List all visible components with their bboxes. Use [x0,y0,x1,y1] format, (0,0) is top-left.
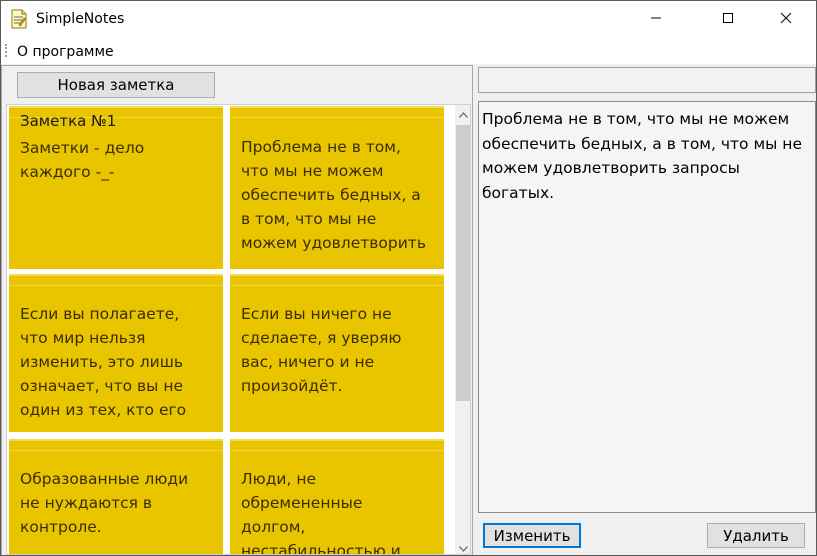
editor-panel: Проблема не в том, что мы не можем обесп… [477,65,816,555]
note-title-field[interactable] [478,67,816,93]
edit-button[interactable]: Изменить [483,523,581,548]
note-top-strip [9,106,223,108]
notes-list[interactable]: Заметка №1 Заметки - дело каждого -_- Пр… [6,104,471,555]
note-title: Заметка №1 [20,112,117,130]
note-text: Люди, не обремененные долгом, нестабильн… [241,470,401,555]
note-top-strip [230,274,444,276]
minimize-icon [650,12,662,27]
title-bar: SimpleNotes [1,1,816,38]
notepad-icon [10,9,28,29]
app-window: SimpleNotes О программе Новая заметка За… [0,0,817,556]
notes-panel: Новая заметка Заметка №1 Заметки - дело … [1,65,473,555]
note-top-strip [230,106,444,108]
chevron-down-icon [459,540,468,554]
note-divider [230,285,444,286]
note-divider [230,117,444,118]
minimize-button[interactable] [633,1,679,37]
vertical-scrollbar[interactable] [455,105,470,554]
note-card[interactable]: Если вы ничего не сделаете, я уверяю вас… [230,274,444,432]
close-icon [780,12,792,27]
note-card[interactable]: Проблема не в том, что мы не можем обесп… [230,106,444,269]
note-card[interactable]: Люди, не обремененные долгом, нестабильн… [230,439,444,555]
menu-item-about[interactable]: О программе [17,44,114,60]
note-text: Заметки - дело каждого -_- [20,139,145,181]
note-text: Если вы полагаете, что мир нельзя измени… [20,305,187,419]
note-card[interactable]: Образованные люди не нуждаются в контрол… [9,439,223,554]
menu-grip [5,44,7,57]
note-divider [230,450,444,451]
note-text: Проблема не в том, что мы не можем обесп… [241,138,426,252]
scroll-down-button[interactable] [455,539,470,554]
note-divider [9,285,223,286]
note-text: Образованные люди не нуждаются в контрол… [20,470,189,536]
menu-bar: О программе [1,38,816,64]
note-divider [9,450,223,451]
maximize-icon [722,12,734,27]
window-title: SimpleNotes [36,11,125,27]
new-note-button[interactable]: Новая заметка [17,72,215,98]
scroll-up-button[interactable] [455,105,470,122]
note-text: Если вы ничего не сделаете, я уверяю вас… [241,305,402,395]
note-top-strip [9,439,223,441]
delete-button[interactable]: Удалить [707,523,805,548]
scrollbar-thumb[interactable] [456,125,470,401]
maximize-button[interactable] [705,1,751,37]
note-top-strip [230,439,444,441]
note-top-strip [9,274,223,276]
chevron-up-icon [459,106,468,121]
close-button[interactable] [763,1,809,37]
note-card[interactable]: Заметка №1 Заметки - дело каждого -_- [9,106,223,269]
note-content-field[interactable]: Проблема не в том, что мы не можем обесп… [478,101,816,513]
note-card[interactable]: Если вы полагаете, что мир нельзя измени… [9,274,223,432]
